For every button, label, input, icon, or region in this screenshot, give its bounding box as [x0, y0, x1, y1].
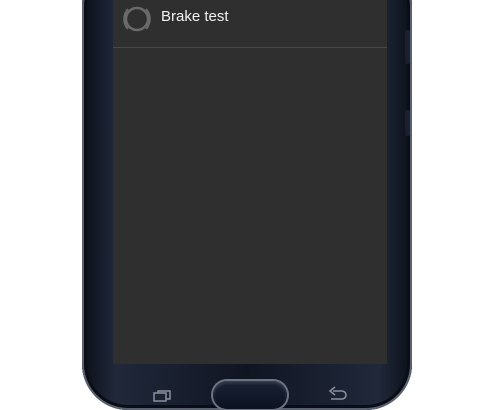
brake-disc-icon — [123, 6, 151, 32]
app-screen: Brake test — [113, 0, 387, 364]
volume-key — [405, 30, 410, 64]
list-item-brake-test[interactable]: Brake test — [113, 0, 387, 48]
home-button[interactable] — [213, 381, 287, 409]
recent-apps-icon[interactable] — [153, 390, 171, 402]
side-key — [405, 110, 410, 136]
hardware-nav-bar — [113, 364, 387, 409]
list-item-label: Brake test — [161, 8, 229, 25]
divider — [113, 47, 387, 48]
